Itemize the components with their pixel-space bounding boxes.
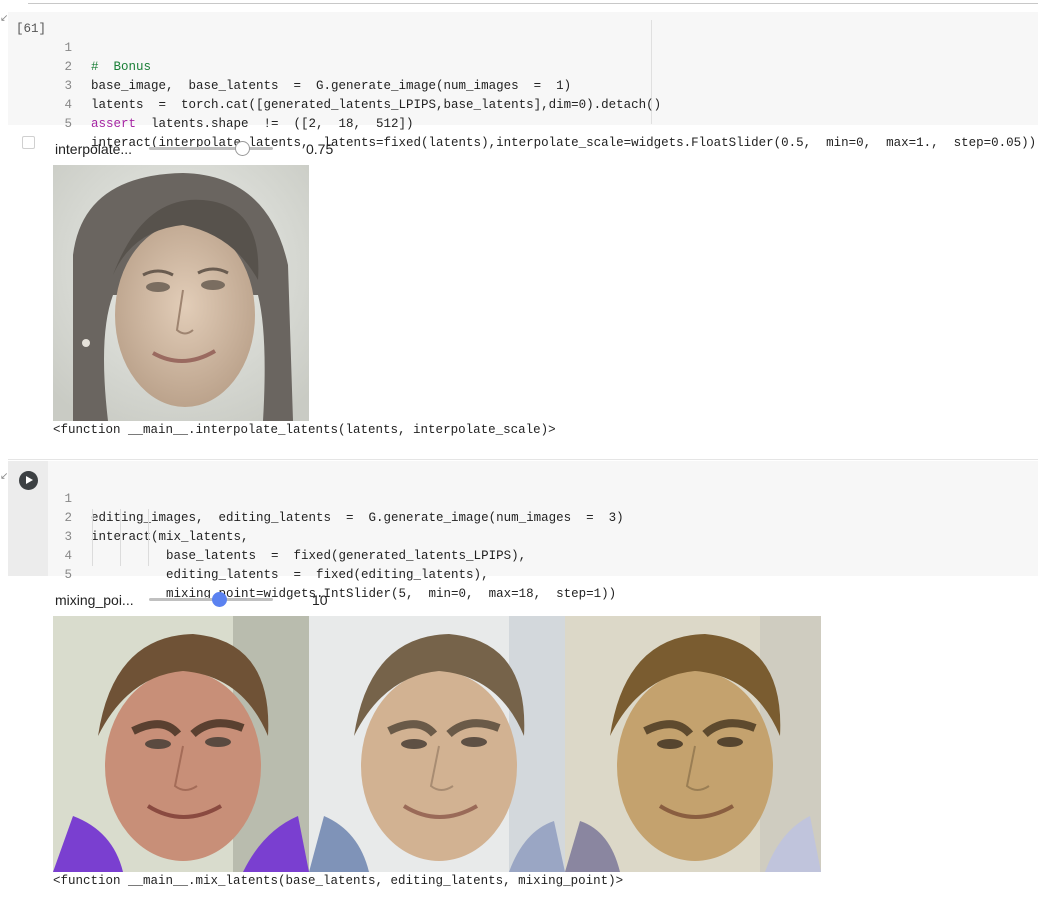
code-line-3[interactable]: 3 base_latents = fixed(generated_latents… — [0, 509, 1038, 563]
indent-guide — [120, 509, 121, 566]
output-toggle-icon[interactable] — [22, 136, 35, 149]
interpolate-slider-thumb[interactable] — [235, 141, 250, 156]
mixed-face-image-1 — [53, 616, 309, 872]
interpolate-slider-readout: 0.75 — [306, 141, 334, 157]
interpolate-slider-track[interactable] — [149, 147, 273, 150]
indent-guide — [92, 509, 93, 566]
code-line-4[interactable]: 4 editing_latents = fixed(editing_latent… — [0, 528, 1038, 582]
output-text-1: <function __main__.interpolate_latents(l… — [53, 423, 556, 437]
mixing-slider-track[interactable] — [149, 598, 273, 601]
code-line-5[interactable]: 5 interact(interpolate_latents, latents=… — [0, 96, 1038, 150]
code-line-4[interactable]: 4 assert latents.shape != ([2, 18, 512]) — [0, 77, 1038, 131]
code-text: assert latents.shape != ([2, 18, 512]) — [91, 117, 414, 131]
line-number: 5 — [64, 568, 72, 582]
line-number: 5 — [64, 117, 72, 131]
mixed-face-image-3 — [565, 616, 821, 872]
code-line-2[interactable]: 2 interact(mix_latents, — [0, 490, 1038, 544]
interpolate-slider-label: interpolate... — [55, 141, 133, 157]
code-text: mixing_point=widgets.IntSlider(5, min=0,… — [91, 587, 617, 601]
code-line-2[interactable]: 2 base_image, base_latents = G.generate_… — [0, 39, 1038, 93]
interpolated-face-image — [53, 165, 309, 421]
mixing-slider-label: mixing_poi... — [55, 592, 134, 608]
mixing-slider-thumb[interactable] — [212, 592, 227, 607]
mixing-slider-readout: 10 — [312, 592, 328, 608]
code-line-5[interactable]: 5 mixing_point=widgets.IntSlider(5, min=… — [0, 547, 1038, 601]
mixed-face-image-2 — [309, 616, 565, 872]
output-text-2: <function __main__.mix_latents(base_late… — [53, 874, 624, 888]
indent-guide — [148, 509, 149, 566]
cell-divider — [8, 459, 1038, 460]
code-line-3[interactable]: 3 latents = torch.cat([generated_latents… — [0, 58, 1038, 112]
code-line-1[interactable]: 1 editing_images, editing_latents = G.ge… — [0, 471, 1038, 525]
code-text: editing_latents = fixed(editing_latents)… — [91, 568, 489, 582]
top-divider — [28, 3, 1038, 4]
code-line-1[interactable]: 1 # Bonus — [0, 20, 1038, 74]
code-text: interact(interpolate_latents, latents=fi… — [91, 136, 1037, 150]
